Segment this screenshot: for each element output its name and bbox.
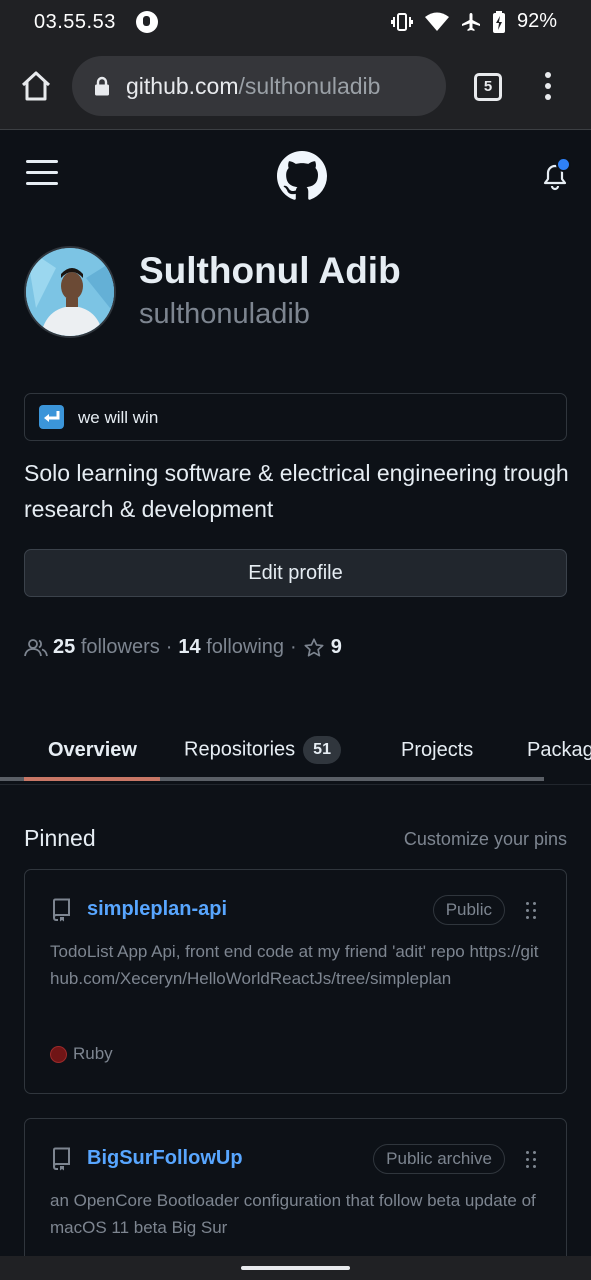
airplane-icon bbox=[461, 12, 480, 31]
repo-name-link[interactable]: simpleplan-api bbox=[87, 898, 227, 921]
active-tab-indicator bbox=[24, 777, 160, 781]
clock: 03.55.53 bbox=[34, 11, 116, 33]
language-color-dot bbox=[50, 1045, 67, 1063]
profile-display-name: Sulthonul Adib bbox=[139, 250, 401, 291]
customize-pins-link[interactable]: Customize your pins bbox=[404, 829, 567, 850]
lock-icon bbox=[95, 76, 109, 96]
drag-handle-icon[interactable] bbox=[526, 1151, 538, 1169]
status-bar: 03.55.53 92% bbox=[0, 0, 591, 46]
navigation-gesture-bar[interactable] bbox=[0, 1256, 591, 1280]
people-icon bbox=[24, 638, 48, 656]
followers-link[interactable]: 25 followers bbox=[53, 636, 160, 659]
battery-level: 92% bbox=[516, 10, 557, 32]
stars-link[interactable]: 9 bbox=[303, 636, 342, 659]
notification-indicator bbox=[556, 157, 571, 172]
star-icon bbox=[304, 637, 324, 657]
tab-projects[interactable]: Projects bbox=[401, 739, 473, 762]
address-bar[interactable]: github.com/sulthonuladib bbox=[72, 56, 446, 116]
pinned-heading: Pinned bbox=[24, 825, 96, 851]
home-icon[interactable] bbox=[18, 68, 54, 104]
separator-dot: · bbox=[165, 636, 173, 658]
follow-stats: 25 followers · 14 following · 9 bbox=[24, 636, 342, 659]
return-arrow-emoji-icon bbox=[39, 405, 64, 429]
url-text: github.com/sulthonuladib bbox=[126, 73, 381, 99]
repo-icon bbox=[52, 898, 70, 922]
vibrate-icon bbox=[390, 12, 413, 31]
drag-handle-icon[interactable] bbox=[526, 902, 538, 920]
pinned-repo-card: simpleplan-api Public TodoList App Api, … bbox=[24, 869, 567, 1094]
profile-bio: Solo learning software & electrical engi… bbox=[24, 460, 569, 522]
profile-status[interactable]: we will win bbox=[24, 393, 567, 441]
tab-overview[interactable]: Overview bbox=[48, 739, 137, 762]
tab-packages[interactable]: Packages bbox=[527, 739, 591, 762]
visibility-badge: Public archive bbox=[373, 1144, 505, 1174]
avatar-image bbox=[26, 248, 114, 336]
following-link[interactable]: 14 following bbox=[178, 636, 284, 659]
battery-charging-icon bbox=[492, 10, 505, 33]
browser-toolbar: github.com/sulthonuladib 5 bbox=[0, 46, 591, 130]
app-notification-icon bbox=[136, 11, 158, 33]
visibility-badge: Public bbox=[432, 895, 505, 925]
repo-icon bbox=[52, 1147, 70, 1171]
browser-menu-icon[interactable] bbox=[542, 72, 554, 102]
repo-language: Ruby bbox=[50, 1044, 113, 1064]
wifi-icon bbox=[424, 12, 449, 31]
status-icons: 92% bbox=[390, 10, 557, 33]
hamburger-menu-icon[interactable] bbox=[26, 160, 58, 188]
github-logo-icon[interactable] bbox=[277, 151, 327, 201]
profile-tabs: Overview Repositories51 Projects Package… bbox=[0, 729, 591, 785]
tab-repositories[interactable]: Repositories 51 bbox=[184, 736, 341, 764]
avatar[interactable] bbox=[24, 246, 116, 338]
tab-switcher-button[interactable]: 5 bbox=[474, 73, 502, 101]
separator-dot: · bbox=[290, 636, 297, 658]
repositories-count-badge: 51 bbox=[303, 736, 341, 764]
repo-name-link[interactable]: BigSurFollowUp bbox=[87, 1147, 243, 1170]
repo-description: an OpenCore Bootloader configuration tha… bbox=[50, 1191, 536, 1237]
profile-username: sulthonuladib bbox=[139, 298, 310, 330]
status-text: we will win bbox=[78, 408, 159, 427]
edit-profile-button[interactable]: Edit profile bbox=[24, 549, 567, 597]
repo-description: TodoList App Api, front end code at my f… bbox=[50, 942, 539, 988]
